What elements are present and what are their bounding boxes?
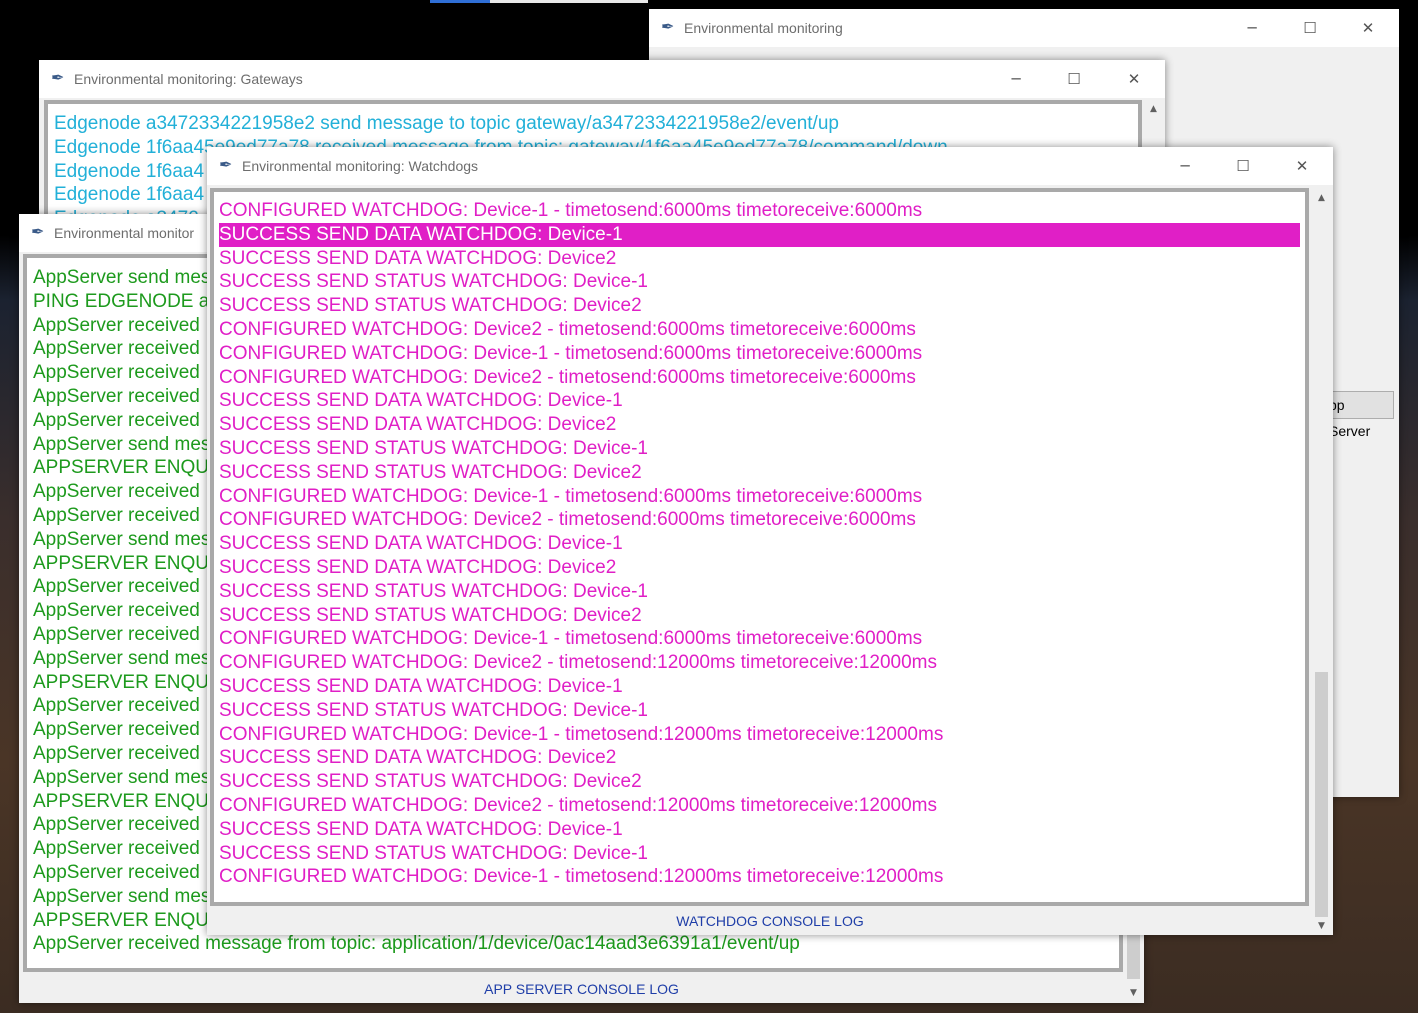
watchdog-scroll-thumb[interactable] <box>1315 672 1328 917</box>
main-window-titlebar[interactable]: ✒ Environmental monitoring ─ ☐ ✕ <box>649 9 1399 47</box>
log-line[interactable]: CONFIGURED WATCHDOG: Device2 - timetosen… <box>219 651 1300 675</box>
log-line[interactable]: CONFIGURED WATCHDOG: Device2 - timetosen… <box>219 508 1300 532</box>
log-line[interactable]: CONFIGURED WATCHDOG: Device-1 - timetose… <box>219 199 1300 223</box>
minimize-button[interactable]: ─ <box>987 60 1045 98</box>
feather-icon: ✒ <box>51 68 65 87</box>
gateways-window-title: Environmental monitoring: Gateways <box>74 71 303 87</box>
maximize-button[interactable]: ☐ <box>1281 9 1339 47</box>
log-line[interactable]: SUCCESS SEND STATUS WATCHDOG: Device2 <box>219 770 1300 794</box>
background-taskbar-accent <box>430 0 490 3</box>
log-line[interactable]: SUCCESS SEND DATA WATCHDOG: Device-1 <box>219 532 1300 556</box>
maximize-button[interactable]: ☐ <box>1214 147 1272 185</box>
close-button[interactable]: ✕ <box>1273 147 1331 185</box>
watchdog-footer: WATCHDOG CONSOLE LOG <box>676 913 864 929</box>
log-line-selected[interactable]: SUCCESS SEND DATA WATCHDOG: Device-1 <box>219 222 1300 247</box>
watchdog-scrollbar[interactable]: ▲ ▼ <box>1313 187 1330 935</box>
minimize-button[interactable]: ─ <box>1223 9 1281 47</box>
arrow-up-icon[interactable]: ▲ <box>1145 100 1162 117</box>
log-line[interactable]: SUCCESS SEND DATA WATCHDOG: Device-1 <box>219 675 1300 699</box>
log-line[interactable]: CONFIGURED WATCHDOG: Device-1 - timetose… <box>219 342 1300 366</box>
main-window-title: Environmental monitoring <box>684 20 843 36</box>
log-line[interactable]: SUCCESS SEND DATA WATCHDOG: Device-1 <box>219 818 1300 842</box>
log-line[interactable]: SUCCESS SEND DATA WATCHDOG: Device2 <box>219 413 1300 437</box>
log-line[interactable]: CONFIGURED WATCHDOG: Device2 - timetosen… <box>219 366 1300 390</box>
log-line[interactable]: SUCCESS SEND STATUS WATCHDOG: Device2 <box>219 461 1300 485</box>
app-server-button-label: pp Server <box>1329 397 1371 439</box>
close-button[interactable]: ✕ <box>1105 60 1163 98</box>
log-line[interactable]: SUCCESS SEND DATA WATCHDOG: Device2 <box>219 746 1300 770</box>
arrow-up-icon[interactable]: ▲ <box>1313 189 1330 206</box>
log-line[interactable]: Edgenode a3472334221958e2 send message t… <box>54 112 1138 136</box>
watchdog-window-title: Environmental monitoring: Watchdogs <box>242 158 479 174</box>
maximize-button[interactable]: ☐ <box>1045 60 1103 98</box>
log-line[interactable]: SUCCESS SEND DATA WATCHDOG: Device2 <box>219 247 1300 271</box>
feather-icon: ✒ <box>31 222 45 241</box>
log-line[interactable]: CONFIGURED WATCHDOG: Device-1 - timetose… <box>219 723 1300 747</box>
watchdog-window-titlebar[interactable]: ✒ Environmental monitoring: Watchdogs ─ … <box>207 147 1333 185</box>
log-line[interactable]: SUCCESS SEND STATUS WATCHDOG: Device-1 <box>219 842 1300 866</box>
log-line[interactable]: CONFIGURED WATCHDOG: Device2 - timetosen… <box>219 794 1300 818</box>
log-line[interactable]: CONFIGURED WATCHDOG: Device-1 - timetose… <box>219 485 1300 509</box>
gateways-window-titlebar[interactable]: ✒ Environmental monitoring: Gateways ─ ☐… <box>39 60 1165 98</box>
feather-icon: ✒ <box>661 17 675 36</box>
log-line[interactable]: SUCCESS SEND STATUS WATCHDOG: Device-1 <box>219 580 1300 604</box>
watchdog-console-log[interactable]: CONFIGURED WATCHDOG: Device-1 - timetose… <box>210 188 1309 906</box>
log-line[interactable]: SUCCESS SEND DATA WATCHDOG: Device-1 <box>219 389 1300 413</box>
feather-icon: ✒ <box>219 155 233 174</box>
log-line[interactable]: CONFIGURED WATCHDOG: Device2 - timetosen… <box>219 318 1300 342</box>
log-line[interactable]: SUCCESS SEND STATUS WATCHDOG: Device-1 <box>219 437 1300 461</box>
appserver-footer: APP SERVER CONSOLE LOG <box>484 981 679 997</box>
minimize-button[interactable]: ─ <box>1156 147 1214 185</box>
log-line[interactable]: AppServer received message from topic: a… <box>33 932 1119 956</box>
log-line[interactable]: SUCCESS SEND DATA WATCHDOG: Device2 <box>219 556 1300 580</box>
log-line[interactable]: SUCCESS SEND STATUS WATCHDOG: Device2 <box>219 294 1300 318</box>
log-line[interactable]: CONFIGURED WATCHDOG: Device-1 - timetose… <box>219 865 1300 889</box>
watchdog-window: ✒ Environmental monitoring: Watchdogs ─ … <box>207 147 1333 935</box>
log-line[interactable]: CONFIGURED WATCHDOG: Device-1 - timetose… <box>219 627 1300 651</box>
close-button[interactable]: ✕ <box>1339 9 1397 47</box>
appserver-window-title: Environmental monitor <box>54 225 195 241</box>
background-window-edge <box>490 0 648 3</box>
log-line[interactable]: SUCCESS SEND STATUS WATCHDOG: Device2 <box>219 604 1300 628</box>
log-line[interactable]: SUCCESS SEND STATUS WATCHDOG: Device-1 <box>219 699 1300 723</box>
log-line[interactable]: SUCCESS SEND STATUS WATCHDOG: Device-1 <box>219 270 1300 294</box>
